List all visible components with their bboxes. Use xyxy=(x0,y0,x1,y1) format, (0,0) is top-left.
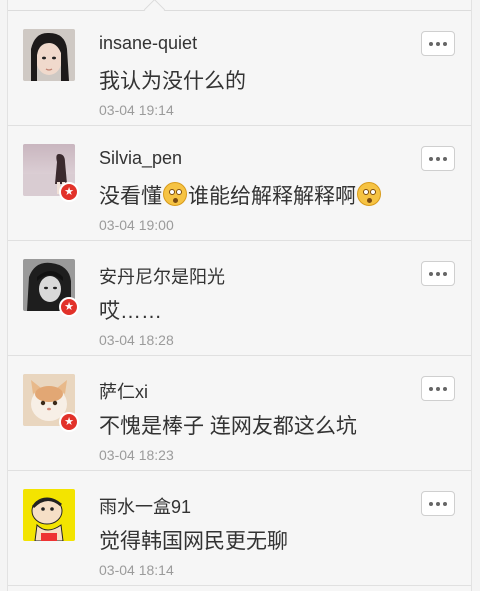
comment-item: 雨水一盒91 觉得韩国网民更无聊 03-04 18:14 xyxy=(8,471,471,586)
username[interactable]: 雨水一盒91 xyxy=(99,493,191,519)
more-options-icon[interactable] xyxy=(421,376,455,401)
verified-star-icon: ★ xyxy=(59,297,79,317)
comment-text: 没看懂 谁能给解释解释啊 xyxy=(99,180,382,210)
username[interactable]: 安丹尼尔是阳光 xyxy=(99,263,225,289)
avatar[interactable] xyxy=(23,489,75,541)
more-options-icon[interactable] xyxy=(421,31,455,56)
timestamp: 03-04 18:14 xyxy=(99,562,174,578)
more-options-icon[interactable] xyxy=(421,261,455,286)
comment-text: 哎…… xyxy=(99,300,162,323)
more-options-icon[interactable] xyxy=(421,146,455,171)
timestamp: 03-04 18:28 xyxy=(99,332,174,348)
comment-list: insane-quiet 我认为没什么的 03-04 19:14 ★ Silvi… xyxy=(8,11,471,586)
comment-text-part: 谁能给解释解释啊 xyxy=(188,185,356,208)
comment-item: ★ Silvia_pen 没看懂 谁能给解释解释啊 03-04 19:00 xyxy=(8,126,471,241)
username[interactable]: Silvia_pen xyxy=(99,148,182,169)
comment-text: 我认为没什么的 xyxy=(99,70,246,93)
verified-star-icon: ★ xyxy=(59,412,79,432)
verified-star-icon: ★ xyxy=(59,182,79,202)
username[interactable]: 萨仁xi xyxy=(99,378,148,404)
comment-item: ★ 安丹尼尔是阳光 哎…… 03-04 18:28 xyxy=(8,241,471,356)
flushed-face-icon xyxy=(357,182,381,206)
timestamp: 03-04 19:00 xyxy=(99,217,174,233)
comment-text-part: 没看懂 xyxy=(99,185,162,208)
comment-item: insane-quiet 我认为没什么的 03-04 19:14 xyxy=(8,11,471,126)
comment-item: ★ 萨仁xi 不愧是棒子 连网友都这么坑 03-04 18:23 xyxy=(8,356,471,471)
username[interactable]: insane-quiet xyxy=(99,33,197,54)
timestamp: 03-04 19:14 xyxy=(99,102,174,118)
avatar[interactable] xyxy=(23,29,75,81)
comment-panel: insane-quiet 我认为没什么的 03-04 19:14 ★ Silvi… xyxy=(7,0,472,591)
confused-face-icon xyxy=(163,182,187,206)
panel-top-edge xyxy=(8,0,471,11)
comment-text: 觉得韩国网民更无聊 xyxy=(99,530,288,553)
more-options-icon[interactable] xyxy=(421,491,455,516)
timestamp: 03-04 18:23 xyxy=(99,447,174,463)
comment-text: 不愧是棒子 连网友都这么坑 xyxy=(99,415,357,438)
